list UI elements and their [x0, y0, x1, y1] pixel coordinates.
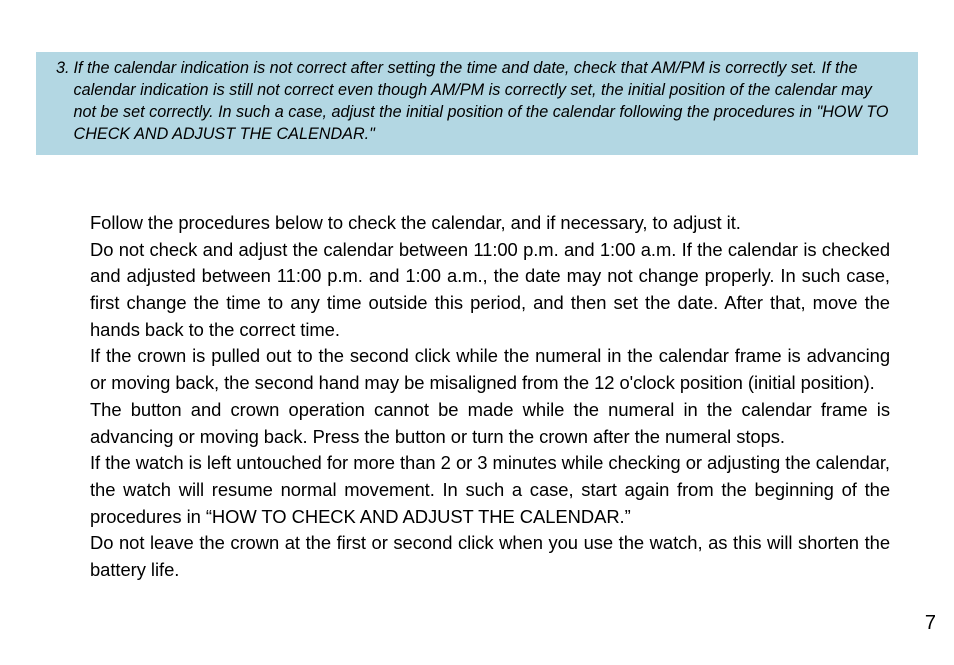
paragraph-6: Do not leave the crown at the first or s… — [90, 530, 890, 583]
note-text: If the calendar indication is not correc… — [74, 58, 898, 145]
paragraph-1: Follow the procedures below to check the… — [90, 210, 890, 237]
body-text: Follow the procedures below to check the… — [90, 210, 890, 584]
document-page: 3. If the calendar indication is not cor… — [0, 0, 954, 665]
paragraph-4: The button and crown operation cannot be… — [90, 397, 890, 450]
page-number: 7 — [925, 612, 936, 635]
note-number: 3. — [56, 58, 74, 145]
paragraph-3: If the crown is pulled out to the second… — [90, 343, 890, 396]
note-callout: 3. If the calendar indication is not cor… — [36, 52, 918, 155]
paragraph-2: Do not check and adjust the calendar bet… — [90, 237, 890, 344]
paragraph-5: If the watch is left untouched for more … — [90, 450, 890, 530]
